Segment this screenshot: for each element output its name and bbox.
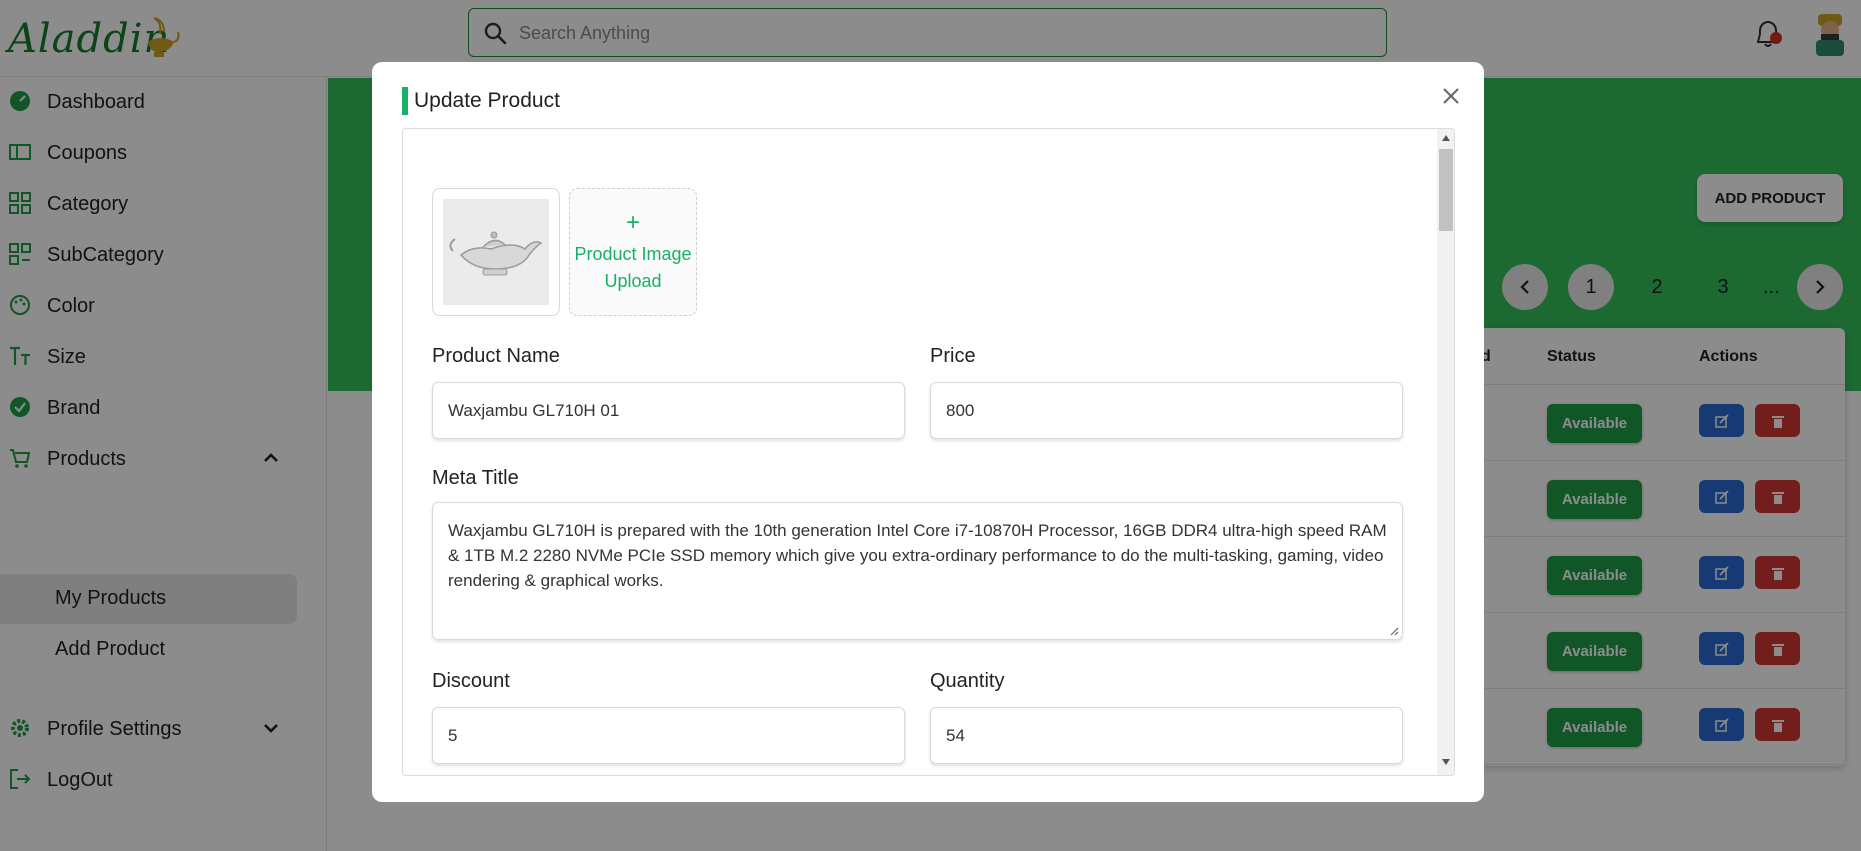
product-image-thumbnail[interactable]	[432, 188, 560, 316]
modal-title: Update Product	[414, 89, 560, 112]
scrollbar-thumb[interactable]	[1439, 149, 1453, 231]
discount-field[interactable]: 5	[432, 707, 905, 764]
price-label: Price	[930, 345, 976, 367]
product-image-upload-button[interactable]: + Product Image Upload	[569, 188, 697, 316]
update-product-modal: Update Product + Product Image Upload Pr…	[372, 62, 1484, 802]
scrollbar[interactable]	[1437, 129, 1454, 775]
title-accent-bar	[402, 87, 408, 115]
product-name-label: Product Name	[432, 345, 560, 367]
quantity-field[interactable]: 54	[930, 707, 1403, 764]
scroll-down-arrow-icon[interactable]	[1442, 759, 1450, 765]
plus-icon: +	[625, 209, 640, 236]
quantity-label: Quantity	[930, 670, 1005, 692]
lamp-image	[449, 231, 543, 276]
meta-title-textarea[interactable]: Waxjambu GL710H is prepared with the 10t…	[432, 502, 1403, 640]
product-name-field[interactable]: Waxjambu GL710H 01	[432, 382, 905, 439]
close-icon	[1443, 87, 1459, 104]
meta-title-label: Meta Title	[432, 467, 519, 489]
resize-grip-icon[interactable]	[1389, 626, 1399, 636]
close-button[interactable]	[1436, 82, 1466, 112]
upload-label: Product Image Upload	[574, 244, 692, 291]
discount-label: Discount	[432, 670, 510, 692]
scroll-up-arrow-icon[interactable]	[1442, 135, 1450, 141]
product-image-frame	[443, 199, 549, 305]
price-field[interactable]: 800	[930, 382, 1403, 439]
meta-title-text: Waxjambu GL710H is prepared with the 10t…	[448, 521, 1387, 590]
modal-form-body[interactable]: + Product Image Upload Product Name Waxj…	[402, 128, 1455, 776]
